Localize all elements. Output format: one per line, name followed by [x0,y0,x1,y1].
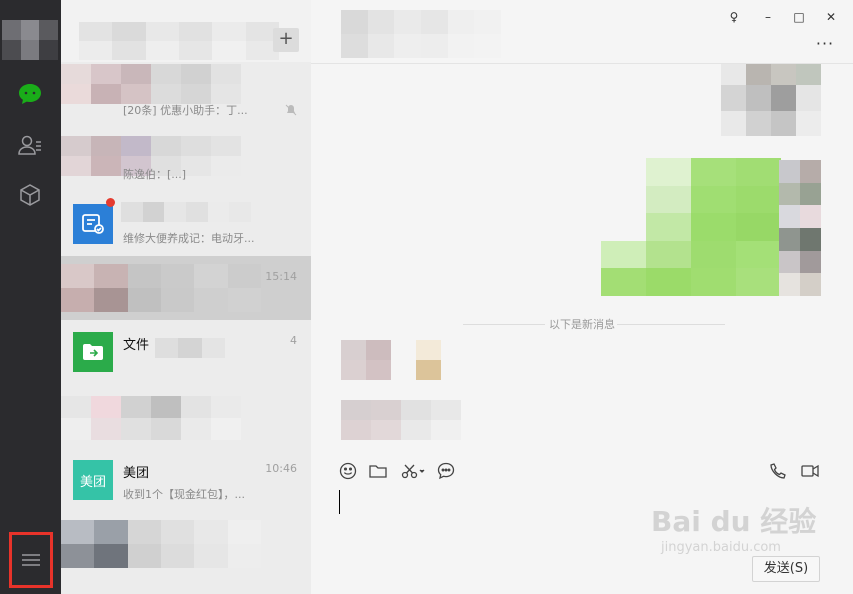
maximize-button[interactable]: □ [788,8,810,26]
blurred-thumbnail [61,264,261,312]
emoji-icon[interactable] [337,460,359,482]
conversation-item[interactable]: 维修大便养成记：电动牙... [61,192,311,256]
add-chat-button[interactable]: + [273,28,299,52]
video-icon[interactable] [799,460,821,482]
input-toolbar [311,452,853,488]
pin-window-button[interactable]: ♀ [723,8,745,26]
conversation-item[interactable]: 美团 美团 收到1个【现金红包】，... 10:46 [61,448,311,512]
new-messages-divider: 以下是新消息 [549,318,615,331]
watermark: Bai du 经验 [651,505,817,538]
mute-bell-icon [285,104,297,116]
received-message [341,400,461,440]
send-button[interactable]: 发送(S) [752,556,820,582]
blurred-title [121,202,251,222]
conversation-preview: 收到1个【现金红包】，... [123,488,245,501]
close-button[interactable]: ✕ [820,8,842,26]
more-options-button[interactable]: ··· [811,34,839,53]
text-caret [339,490,340,514]
chat-pane: ♀ – □ ✕ ··· 以下是新消息 Bai du 经验 jingyan.bai… [311,0,853,594]
message-area: 以下是新消息 [311,64,853,444]
phone-icon[interactable] [767,460,789,482]
user-avatar[interactable] [2,20,58,60]
menu-button[interactable] [9,532,53,588]
scissors-icon[interactable] [399,460,429,482]
watermark-url: jingyan.baidu.com [661,540,781,555]
chat-bubble-icon[interactable] [435,460,457,482]
blurred-chat-title [341,10,501,58]
search-bar[interactable]: + [61,0,311,62]
sent-message-bubble [601,158,781,296]
divider-line [617,324,725,325]
blurred-thumbnail [61,396,241,440]
blurred-thumbnail [61,520,261,568]
chat-icon[interactable] [15,79,45,109]
conversation-item[interactable]: 文件 4 [61,320,311,384]
conversation-preview: 维修大便养成记：电动牙... [123,232,255,245]
conversation-item[interactable]: 陈逸伯：[...] [61,128,311,192]
navigation-rail [0,0,61,594]
conversation-item[interactable] [61,384,311,448]
conversation-item-selected[interactable]: 15:14 [61,256,311,320]
conversation-preview: 陈逸伯：[...] [123,168,187,181]
folder-icon[interactable] [367,460,389,482]
conversation-time: 15:14 [265,270,297,283]
conversation-item[interactable] [61,512,311,576]
divider-line [463,324,545,325]
blurred-thumbnail [61,64,241,104]
unread-dot [106,198,115,207]
contacts-icon[interactable] [15,130,45,160]
meituan-icon: 美团 [73,460,113,500]
file-transfer-icon [73,332,113,372]
conversation-title: 文件 [123,338,150,353]
received-message [341,340,441,380]
service-account-icon [73,204,113,244]
blurred-image-message [721,64,821,136]
chat-titlebar: ♀ – □ ✕ ··· [311,0,853,64]
search-input[interactable] [79,22,279,60]
menu-icon [22,554,40,566]
blurred-title [155,338,225,358]
conversation-preview: [20条] 优惠小助手：丁... [123,104,248,117]
conversation-list: + [20条] 优惠小助手：丁... 陈逸伯：[...] 维修大便养成记：电动牙… [61,0,311,594]
conversation-item[interactable]: [20条] 优惠小助手：丁... [61,64,311,128]
minimize-button[interactable]: – [757,8,779,26]
conversation-title: 美团 [123,466,150,481]
conversation-time: 4 [290,334,297,347]
conversation-time: 10:46 [265,462,297,475]
favorites-cube-icon[interactable] [15,180,45,210]
sender-avatar[interactable] [779,160,821,296]
